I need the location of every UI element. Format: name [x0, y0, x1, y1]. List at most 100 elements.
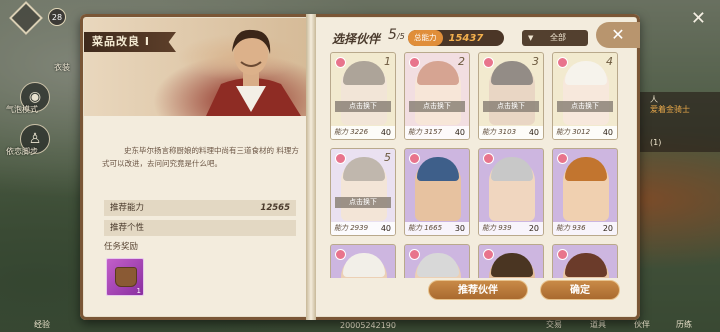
partner-level: 30: [454, 224, 465, 233]
partner-level: 40: [380, 128, 391, 137]
partner-card[interactable]: 4 点击换下能力 3012 40: [552, 52, 618, 140]
partner-filter-dropdown[interactable]: ▼ 全部: [522, 30, 588, 46]
partner-hair-icon: [417, 157, 459, 181]
partner-card-grid: 1 点击换下 能力 3226 40 2 点击换下 能力 3157 40 3 点击换下 能力 3103…: [330, 52, 624, 278]
costume-label: 衣装: [54, 63, 70, 72]
nobleman-portrait-icon: [206, 29, 301, 116]
partner-power: 能力 1665: [408, 224, 443, 232]
tracker-text-2: 爱着金骑士: [650, 105, 690, 114]
reward-label: 任务奖励: [104, 242, 139, 252]
partner-power: 能力 3157: [408, 128, 443, 136]
selected-count-value: 5: [388, 27, 397, 43]
partner-hair-icon: [491, 253, 533, 277]
partner-level: 40: [528, 128, 539, 137]
filter-value: 全部: [550, 33, 566, 42]
recommended-power-row: 推荐能力 12565: [104, 200, 296, 216]
dropdown-arrow-icon: ▼: [528, 34, 534, 42]
partner-card[interactable]: [330, 244, 396, 278]
bottom-items-label[interactable]: 道具: [590, 319, 606, 330]
trait-heart-icon: [335, 153, 346, 164]
partner-card[interactable]: [478, 244, 544, 278]
bottom-exp-label: 经验: [34, 320, 50, 329]
bottom-partners-label[interactable]: 伙伴: [634, 319, 650, 330]
partner-card[interactable]: 5 点击换下能力 2939 40: [330, 148, 396, 236]
remove-partner-button[interactable]: 点击换下: [335, 197, 391, 208]
total-power-label: 总能力: [408, 30, 443, 46]
partner-hair-icon: [491, 157, 533, 181]
remove-partner-button[interactable]: 点击换下: [335, 101, 391, 112]
partner-power: 能力 3226: [334, 128, 369, 136]
eye-icon: ◉: [28, 89, 42, 105]
partner-power: 能力 3012: [556, 128, 591, 136]
quest-page: 菜品改良 Ⅰ 史东毕尔扬言称厨娘的料理中尚有三道食材的 料理方式可以改进，去问问…: [84, 18, 306, 316]
total-power-value: 15437: [448, 32, 484, 44]
partner-card[interactable]: [552, 244, 618, 278]
world-close-icon[interactable]: ✕: [691, 8, 706, 29]
partner-card[interactable]: 能力 936 20: [552, 148, 618, 236]
total-power-badge: 总能力 15437: [408, 30, 504, 46]
follow-steps-label: 依恋脚步: [6, 147, 38, 156]
close-button[interactable]: ✕: [596, 22, 640, 48]
partner-card[interactable]: 能力 1665 30: [404, 148, 470, 236]
partner-stats: 能力 3103 40: [479, 126, 543, 139]
trait-heart-icon: [335, 249, 346, 260]
partner-card[interactable]: 1 点击换下能力 3226 40: [330, 52, 396, 140]
partner-hair-icon: [565, 157, 607, 181]
partner-stats: 能力 3226 40: [331, 126, 395, 139]
slot-number: 3: [532, 55, 539, 68]
partner-power: 能力 3103: [482, 128, 517, 136]
slot-number: 4: [606, 55, 613, 68]
recommended-power-label: 推荐能力: [110, 203, 145, 213]
book-spine: [306, 14, 316, 320]
slot-number: 1: [384, 55, 391, 68]
partner-stats: 能力 3012 40: [553, 126, 617, 139]
trait-heart-icon: [557, 57, 568, 68]
recommended-trait-label: 推荐个性: [110, 223, 145, 233]
tracker-text-3: (1): [650, 138, 662, 147]
close-icon: ✕: [611, 25, 625, 44]
reward-item-bag[interactable]: 1: [106, 258, 144, 296]
reward-count: 1: [136, 287, 141, 295]
selected-count: 5/5: [388, 27, 405, 43]
trait-heart-icon: [409, 249, 420, 260]
partner-card[interactable]: 2 点击换下能力 3157 40: [404, 52, 470, 140]
leather-bag-icon: [115, 267, 137, 287]
partner-card[interactable]: 3 点击换下能力 3103 40: [478, 52, 544, 140]
trait-heart-icon: [483, 249, 494, 260]
recommended-power-value: 12565: [260, 203, 290, 213]
partner-card[interactable]: [404, 244, 470, 278]
trait-heart-icon: [483, 57, 494, 68]
partner-stats: 能力 3157 40: [405, 126, 469, 139]
partner-power: 能力 2939: [334, 224, 369, 232]
quest-story-text: 史东毕尔扬言称厨娘的料理中尚有三道食材的 料理方式可以改进，去问问究竟是什么吧。: [102, 146, 299, 168]
partner-hair-icon: [417, 253, 459, 277]
partner-level: 20: [528, 224, 539, 233]
recommend-partners-button[interactable]: 推荐伙伴: [428, 280, 528, 300]
confirm-button[interactable]: 确定: [540, 280, 620, 300]
quest-portrait: 菜品改良 Ⅰ: [84, 18, 306, 116]
recommended-trait-row: 推荐个性: [104, 220, 296, 236]
remove-partner-button[interactable]: 点击换下: [557, 101, 613, 112]
quest-title: 菜品改良 Ⅰ: [84, 32, 176, 52]
partner-level: 40: [602, 128, 613, 137]
player-level-badge: 28: [48, 8, 66, 26]
trait-heart-icon: [557, 249, 568, 260]
quest-tracker-panel[interactable]: [632, 92, 720, 152]
partner-card[interactable]: 能力 939 20: [478, 148, 544, 236]
slot-number: 5: [384, 151, 391, 164]
partner-power: 能力 936: [556, 224, 586, 232]
partner-stats: 能力 2939 40: [331, 222, 395, 235]
bottom-id-text: 20005242190: [340, 321, 396, 330]
remove-partner-button[interactable]: 点击换下: [483, 101, 539, 112]
bottom-trade-label[interactable]: 交易: [546, 319, 562, 330]
remove-partner-button[interactable]: 点击换下: [409, 101, 465, 112]
selected-count-max: /5: [396, 32, 405, 41]
partner-level: 40: [380, 224, 391, 233]
walking-person-icon: ♙: [28, 131, 42, 147]
partner-stats: 能力 1665 30: [405, 222, 469, 235]
select-partner-title: 选择伙伴: [332, 32, 381, 46]
trait-heart-icon: [557, 153, 568, 164]
bottom-training-label[interactable]: 历练: [676, 319, 692, 330]
trait-heart-icon: [335, 57, 346, 68]
slot-number: 2: [458, 55, 465, 68]
